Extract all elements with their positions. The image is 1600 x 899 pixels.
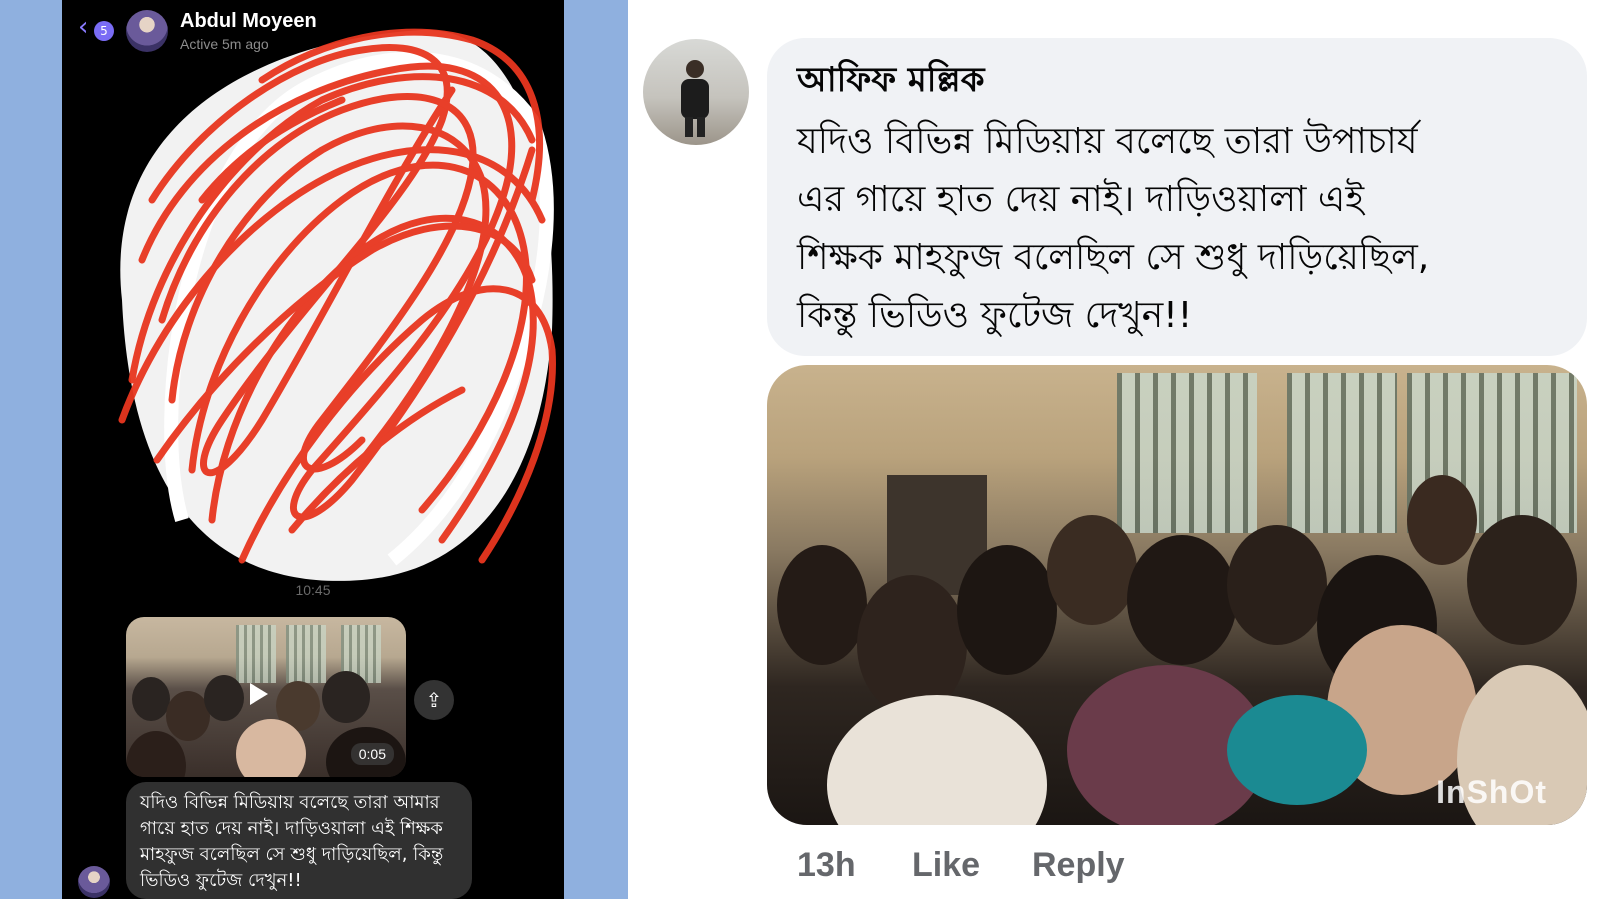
- comment-video-attachment[interactable]: InShOt: [767, 365, 1587, 825]
- person-silhouette: [681, 60, 709, 137]
- video-scene-window: [1117, 373, 1257, 533]
- comment-text-line: এর গায়ে হাত দেয় নাই। দাড়িওয়ালা এই: [797, 179, 1365, 220]
- play-icon[interactable]: [250, 683, 268, 705]
- video-duration: 0:05: [350, 743, 394, 765]
- video-watermark: InShOt: [1436, 774, 1547, 810]
- video-scene-window: [1287, 373, 1397, 533]
- message-timestamp: 10:45: [295, 582, 331, 598]
- sender-avatar: [78, 866, 110, 898]
- comment-text-line: কিন্তু ভিডিও ফুটেজ দেখুন!!: [797, 295, 1193, 336]
- share-icon[interactable]: ⇪: [414, 680, 454, 720]
- comment-author[interactable]: আফিফ মল্লিক: [797, 54, 985, 111]
- video-message-thumbnail[interactable]: 0:05: [126, 617, 406, 777]
- commenter-avatar[interactable]: [643, 39, 749, 145]
- redaction-scribble: [118, 28, 556, 581]
- comment-text-line: যদিও বিভিন্ন মিডিয়ায় বলেছে তারা উপাচার…: [797, 121, 1418, 162]
- messenger-screenshot: ‹ 5 Abdul Moyeen Active 5m ago 10:45 0:0…: [62, 0, 564, 899]
- message-bubble: যদিও বিভিন্ন মিডিয়ায় বলেছে তারা আমার গ…: [126, 782, 472, 899]
- like-button[interactable]: Like: [912, 846, 980, 885]
- comment-timestamp[interactable]: 13h: [797, 846, 856, 885]
- comment-text-line: শিক্ষক মাহফুজ বলেছিল সে শুধু দাড়িয়েছিল…: [797, 237, 1430, 278]
- reply-button[interactable]: Reply: [1032, 846, 1125, 885]
